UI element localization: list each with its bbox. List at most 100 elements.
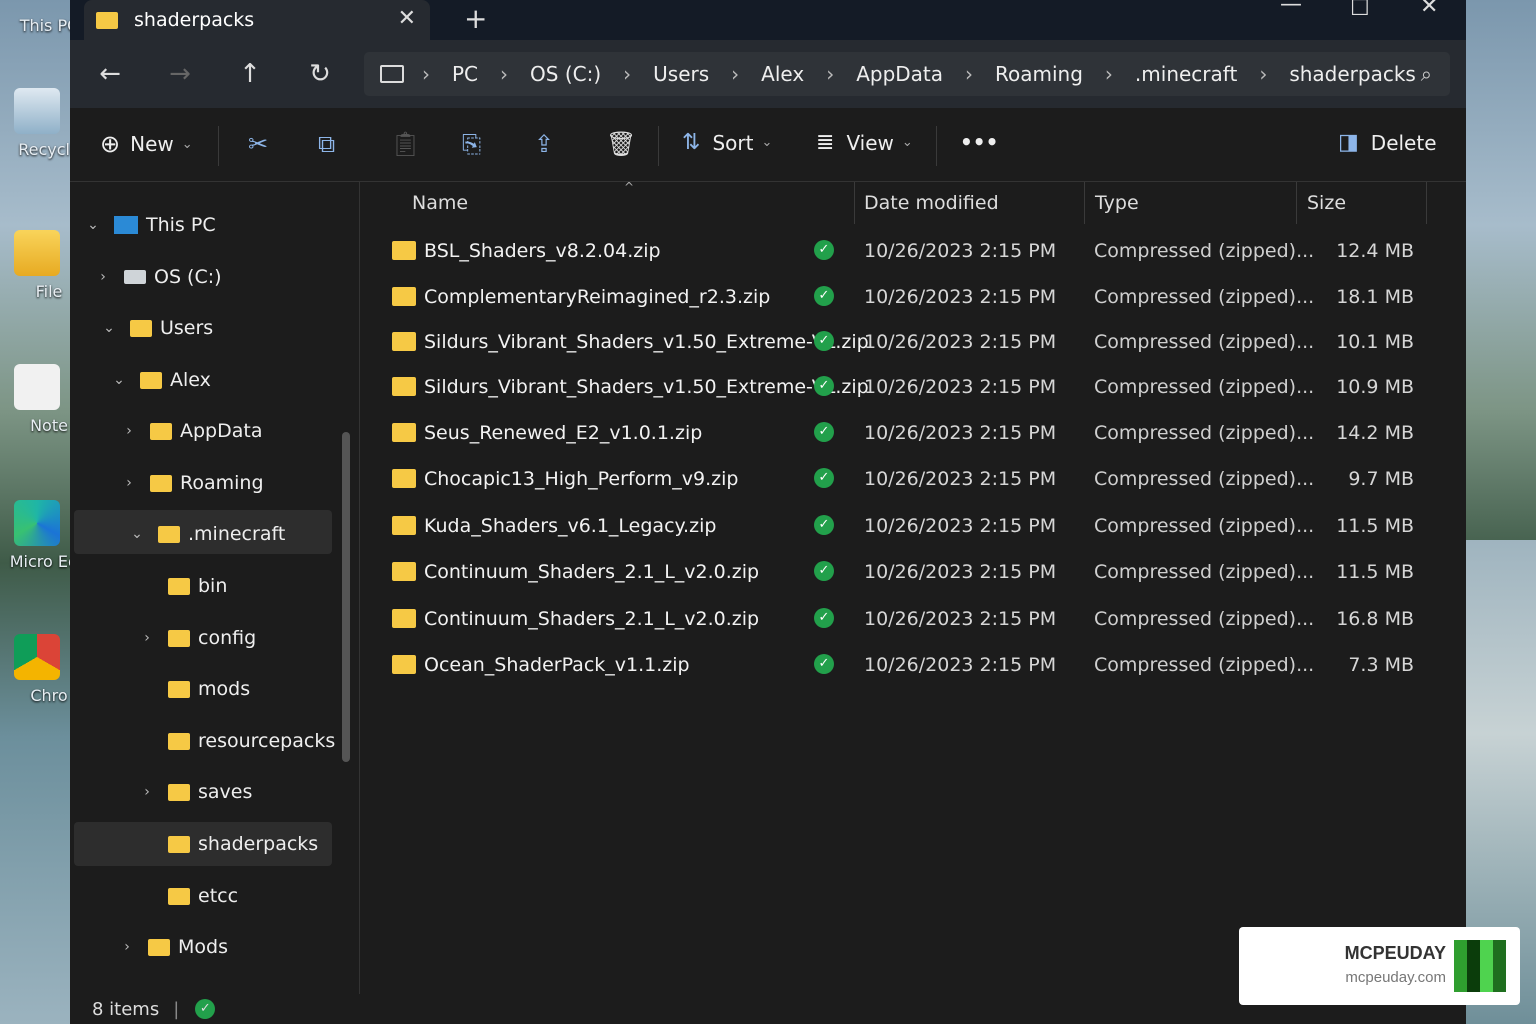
chevron-right-icon[interactable]: › bbox=[94, 269, 112, 285]
sidebar-item-roaming[interactable]: › Roaming bbox=[120, 463, 263, 503]
tab-shaderpacks[interactable]: shaderpacks ✕ bbox=[84, 0, 430, 40]
chevron-down-icon[interactable]: ⌄ bbox=[110, 372, 128, 388]
breadcrumb-users[interactable]: Users bbox=[653, 62, 709, 86]
close-window-icon[interactable]: ✕ bbox=[1420, 0, 1438, 19]
sidebar-item-appdata[interactable]: › AppData bbox=[120, 411, 262, 451]
cut-icon[interactable]: ✂ bbox=[248, 130, 268, 158]
chevron-right-icon[interactable]: › bbox=[422, 62, 430, 86]
chevron-right-icon[interactable]: › bbox=[826, 62, 834, 86]
chevron-right-icon[interactable]: › bbox=[138, 630, 156, 646]
file-row[interactable]: Chocapic13_High_Perform_v9.zip ✓ 10/26/202… bbox=[386, 458, 1426, 500]
sidebar-item-config[interactable]: › config bbox=[138, 618, 256, 658]
file-row[interactable]: ComplementaryReimagined_r2.3.zip ✓ 10/26/2… bbox=[386, 276, 1426, 318]
rename-icon[interactable]: ⎘ bbox=[462, 130, 481, 158]
sidebar-item-minecraft[interactable]: ⌄ .minecraft bbox=[128, 514, 285, 554]
chevron-right-icon[interactable]: › bbox=[500, 62, 508, 86]
copy-icon[interactable]: ⧉ bbox=[318, 130, 335, 158]
file-row[interactable]: Ocean_ShaderPack_v1.1.zip ✓ 10/26/2023 2:1… bbox=[386, 644, 1426, 686]
desktop-icon-notepad[interactable]: Note bbox=[4, 364, 72, 435]
see-more-button[interactable]: ••• bbox=[960, 130, 998, 154]
sidebar-item-mods[interactable]: mods bbox=[138, 669, 250, 709]
chevron-right-icon[interactable]: › bbox=[731, 62, 739, 86]
sidebar-item-bin[interactable]: bin bbox=[138, 566, 227, 606]
breadcrumb-alex[interactable]: Alex bbox=[761, 62, 804, 86]
breadcrumb-shaderpacks[interactable]: shaderpacks bbox=[1289, 62, 1416, 86]
file-row[interactable]: Continuum_Shaders_2.1_L_v2.0.zip ✓ 10/26/2… bbox=[386, 598, 1426, 640]
view-button[interactable]: ≣ View ⌄ bbox=[816, 130, 913, 155]
chevron-right-icon[interactable]: › bbox=[120, 423, 138, 439]
desktop-icon-recycle-bin[interactable]: Recycle bbox=[4, 88, 72, 159]
sidebar-item-alex[interactable]: ⌄ Alex bbox=[110, 360, 211, 400]
breadcrumb-os-c[interactable]: OS (C:) bbox=[530, 62, 601, 86]
file-date: 10/26/2023 2:15 PM bbox=[864, 240, 1057, 262]
file-row[interactable]: Seus_Renewed_E2_v1.0.1.zip ✓ 10/26/2023 2:… bbox=[386, 412, 1426, 454]
breadcrumb-minecraft[interactable]: .minecraft bbox=[1135, 62, 1237, 86]
search-icon[interactable]: ⌕ bbox=[1421, 62, 1432, 86]
file-type: Compressed (zipped)... bbox=[1094, 376, 1315, 398]
chevron-right-icon[interactable]: › bbox=[1259, 62, 1267, 86]
column-header-name[interactable]: Name bbox=[412, 182, 468, 224]
column-header-type[interactable]: Type bbox=[1095, 182, 1139, 224]
new-tab-button[interactable]: + bbox=[464, 2, 487, 35]
sidebar-item-etcc[interactable]: etcc bbox=[138, 876, 238, 916]
back-arrow-icon[interactable]: ← bbox=[90, 54, 130, 94]
sidebar-item-label: etcc bbox=[198, 885, 239, 907]
sidebar-item-saves[interactable]: › saves bbox=[138, 772, 252, 812]
column-divider[interactable] bbox=[1426, 182, 1427, 224]
column-header-date[interactable]: Date modified bbox=[864, 182, 999, 224]
refresh-icon[interactable]: ↻ bbox=[300, 54, 340, 94]
chevron-down-icon[interactable]: ⌄ bbox=[128, 526, 146, 542]
delete-icon[interactable]: 🗑︎ bbox=[606, 130, 636, 158]
chevron-right-icon[interactable]: › bbox=[138, 784, 156, 800]
zip-folder-icon bbox=[392, 332, 416, 351]
sidebar-item-os-c[interactable]: › OS (C:) bbox=[94, 257, 221, 297]
chevron-right-icon[interactable]: › bbox=[120, 475, 138, 491]
sidebar-scrollbar[interactable] bbox=[342, 432, 350, 762]
column-header-size[interactable]: Size bbox=[1307, 182, 1346, 224]
chevron-right-icon[interactable]: › bbox=[623, 62, 631, 86]
file-row[interactable]: BSL_Shaders_v8.2.04.zip ✓ 10/26/2023 2:15 … bbox=[386, 230, 1426, 272]
file-row[interactable]: Continuum_Shaders_2.1_L_v2.0.zip ✓ 10/26/2… bbox=[386, 551, 1426, 593]
sort-button[interactable]: ⇅ Sort ⌄ bbox=[682, 130, 772, 155]
file-explorer-window: shaderpacks ✕ + — ☐ ✕ ← → ↑ ↻ › PC › OS … bbox=[70, 0, 1466, 1024]
breadcrumb-pc[interactable]: PC bbox=[452, 62, 478, 86]
paste-icon[interactable]: 📋︎ bbox=[390, 130, 420, 158]
close-tab-icon[interactable]: ✕ bbox=[398, 6, 416, 31]
desktop-icon-chrome[interactable]: Chro bbox=[4, 634, 72, 705]
sort-icon: ⇅ bbox=[682, 130, 701, 155]
file-row[interactable]: Sildurs_Vibrant_Shaders_v1.50_Extreme-VL… bbox=[386, 366, 1426, 408]
desktop-icon-file[interactable]: File bbox=[4, 230, 72, 301]
maximize-icon[interactable]: ☐ bbox=[1350, 0, 1370, 21]
chevron-right-icon[interactable]: › bbox=[1105, 62, 1113, 86]
desktop-icon-edge[interactable]: Micro Edg bbox=[4, 500, 72, 571]
chevron-down-icon[interactable]: ⌄ bbox=[84, 217, 102, 233]
column-divider[interactable] bbox=[1084, 182, 1085, 224]
chevron-down-icon[interactable]: ⌄ bbox=[100, 320, 118, 336]
sidebar-item-this-pc[interactable]: ⌄ This PC bbox=[84, 205, 215, 245]
sidebar-item-resourcepacks[interactable]: resourcepacks bbox=[138, 721, 335, 761]
breadcrumb-roaming[interactable]: Roaming bbox=[995, 62, 1083, 86]
share-icon[interactable]: ⇪ bbox=[534, 130, 554, 158]
up-arrow-icon[interactable]: ↑ bbox=[230, 54, 270, 94]
column-divider[interactable] bbox=[854, 182, 855, 224]
file-row[interactable]: Sildurs_Vibrant_Shaders_v1.50_Extreme-VL… bbox=[386, 321, 1426, 363]
file-size: 11.5 MB bbox=[1336, 561, 1414, 583]
file-row[interactable]: Kuda_Shaders_v6.1_Legacy.zip ✓ 10/26/2023 … bbox=[386, 505, 1426, 547]
file-size: 16.8 MB bbox=[1336, 608, 1414, 630]
sidebar-item-users[interactable]: ⌄ Users bbox=[100, 308, 213, 348]
new-button[interactable]: ⊕ New ⌄ bbox=[100, 130, 193, 158]
forward-arrow-icon[interactable]: → bbox=[160, 54, 200, 94]
chevron-right-icon[interactable]: › bbox=[118, 939, 136, 955]
sidebar-item-shaderpacks[interactable]: shaderpacks bbox=[138, 824, 318, 864]
sidebar-item-mods-root[interactable]: › Mods bbox=[118, 927, 228, 967]
desktop-icon-this-pc[interactable]: This PC bbox=[4, 16, 72, 35]
file-size: 18.1 MB bbox=[1336, 286, 1414, 308]
minimize-icon[interactable]: — bbox=[1280, 0, 1302, 17]
new-label: New bbox=[130, 132, 174, 156]
details-pane-button[interactable]: ◨ Delete bbox=[1338, 130, 1437, 155]
breadcrumb-appdata[interactable]: AppData bbox=[856, 62, 943, 86]
file-size: 7.3 MB bbox=[1348, 654, 1414, 676]
address-bar[interactable]: › PC › OS (C:) › Users › Alex › AppData … bbox=[364, 52, 1450, 96]
column-divider[interactable] bbox=[1296, 182, 1297, 224]
chevron-right-icon[interactable]: › bbox=[965, 62, 973, 86]
